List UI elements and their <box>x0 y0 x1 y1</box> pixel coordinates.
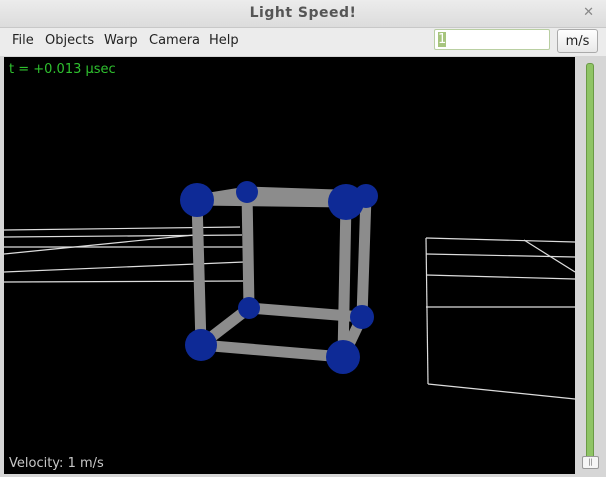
floor-grid-left <box>4 226 245 283</box>
velocity-slider[interactable]: || <box>580 57 601 474</box>
3d-viewport[interactable]: t = +0.013 µsec Velocity: 1 m/s <box>4 57 575 474</box>
menu-camera[interactable]: Camera <box>149 33 200 48</box>
velocity-readout: Velocity: 1 m/s <box>9 456 104 471</box>
unit-button[interactable]: m/s <box>557 29 598 53</box>
menu-warp[interactable]: Warp <box>104 33 138 48</box>
window-title: Light Speed! <box>249 5 357 21</box>
slider-track[interactable] <box>586 63 594 465</box>
menu-file[interactable]: File <box>12 33 34 48</box>
floor-grid-right <box>425 237 575 400</box>
title-bar: Light Speed! ✕ <box>0 0 606 28</box>
scene <box>4 181 575 400</box>
velocity-value: 1 <box>438 32 447 47</box>
time-readout: t = +0.013 µsec <box>9 62 116 77</box>
slider-handle[interactable]: || <box>582 456 599 469</box>
menu-objects[interactable]: Objects <box>45 33 94 48</box>
menu-help[interactable]: Help <box>209 33 239 48</box>
close-icon[interactable]: ✕ <box>583 5 594 20</box>
velocity-input[interactable]: 1 <box>434 29 550 50</box>
